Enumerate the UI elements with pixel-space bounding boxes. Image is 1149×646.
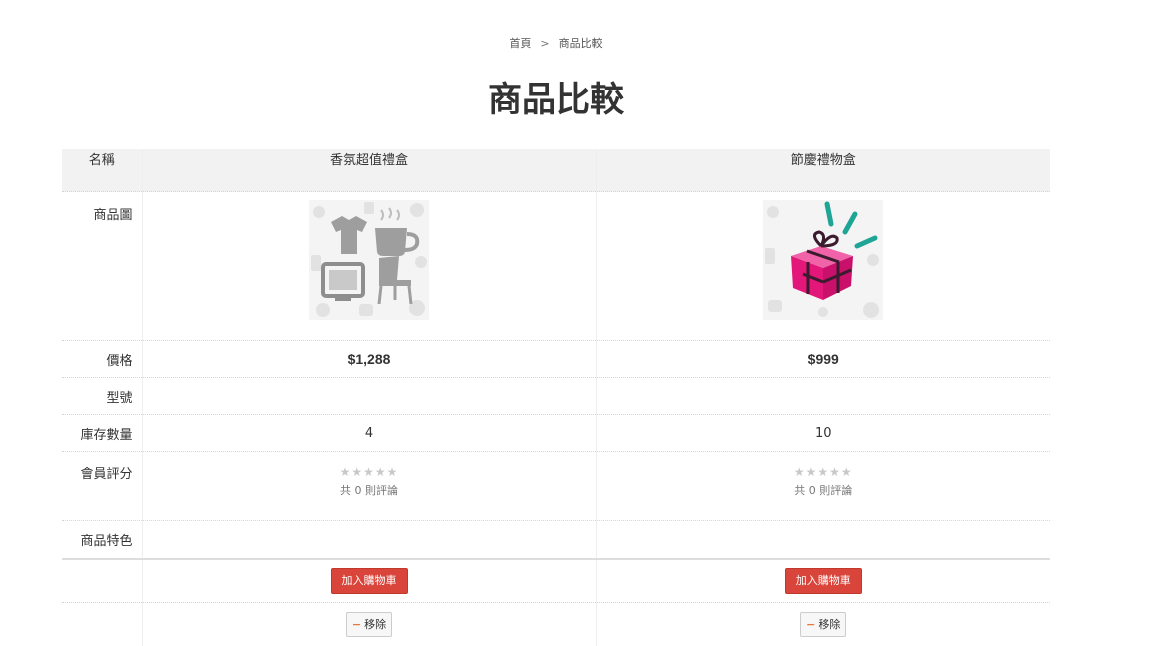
gift-box-image[interactable] [763,200,883,320]
price-row: 價格 $1,288 $999 [62,341,1050,378]
remove-button[interactable]: −移除 [346,612,392,637]
image-label: 商品圖 [62,192,142,341]
product-features [142,521,596,560]
breadcrumb-current: 商品比較 [559,37,603,50]
product-features [596,521,1050,560]
remove-button[interactable]: −移除 [800,612,846,637]
product-stock: 10 [596,415,1050,452]
review-count: 共 0 則評論 [143,482,596,498]
minus-icon: − [806,618,815,631]
breadcrumb-separator: > [540,37,549,50]
rating-stars-icon: ★★★★★ [143,465,596,479]
product-image-cell [596,192,1050,341]
product-price: $1,288 [348,351,391,367]
rating-label: 會員評分 [62,452,142,521]
remove-button-label: 移除 [364,618,386,631]
name-label: 名稱 [62,149,142,192]
add-to-cart-button[interactable]: 加入購物車 [785,568,862,594]
breadcrumb-home-link[interactable]: 首頁 [509,37,531,50]
breadcrumb: 首頁 > 商品比較 [0,35,1112,51]
model-row: 型號 [62,378,1050,415]
product-name: 節慶禮物盒 [596,149,1050,192]
comparison-table: 名稱 香氛超值禮盒 節慶禮物盒 商品圖 [62,149,1050,646]
price-label: 價格 [62,341,142,378]
empty-label-cell [62,603,142,646]
product-stock: 4 [142,415,596,452]
name-row: 名稱 香氛超值禮盒 節慶禮物盒 [62,149,1050,192]
stock-label: 庫存數量 [62,415,142,452]
empty-label-cell [62,559,142,603]
model-label: 型號 [62,378,142,415]
rating-row: 會員評分 ★★★★★ 共 0 則評論 ★★★★★ 共 0 則評論 [62,452,1050,521]
product-model [142,378,596,415]
product-image-cell [142,192,596,341]
review-count: 共 0 則評論 [597,482,1051,498]
minus-icon: − [352,618,361,631]
product-name: 香氛超值禮盒 [142,149,596,192]
features-row: 商品特色 [62,521,1050,560]
page-title: 商品比較 [0,76,1112,124]
image-row: 商品圖 [62,192,1050,341]
product-price: $999 [808,351,839,367]
product-model [596,378,1050,415]
placeholder-product-image[interactable] [309,200,429,320]
add-to-cart-row: 加入購物車 加入購物車 [62,559,1050,603]
features-label: 商品特色 [62,521,142,560]
rating-stars-icon: ★★★★★ [597,465,1051,479]
stock-row: 庫存數量 4 10 [62,415,1050,452]
remove-row: −移除 −移除 [62,603,1050,646]
remove-button-label: 移除 [818,618,840,631]
add-to-cart-button[interactable]: 加入購物車 [331,568,408,594]
